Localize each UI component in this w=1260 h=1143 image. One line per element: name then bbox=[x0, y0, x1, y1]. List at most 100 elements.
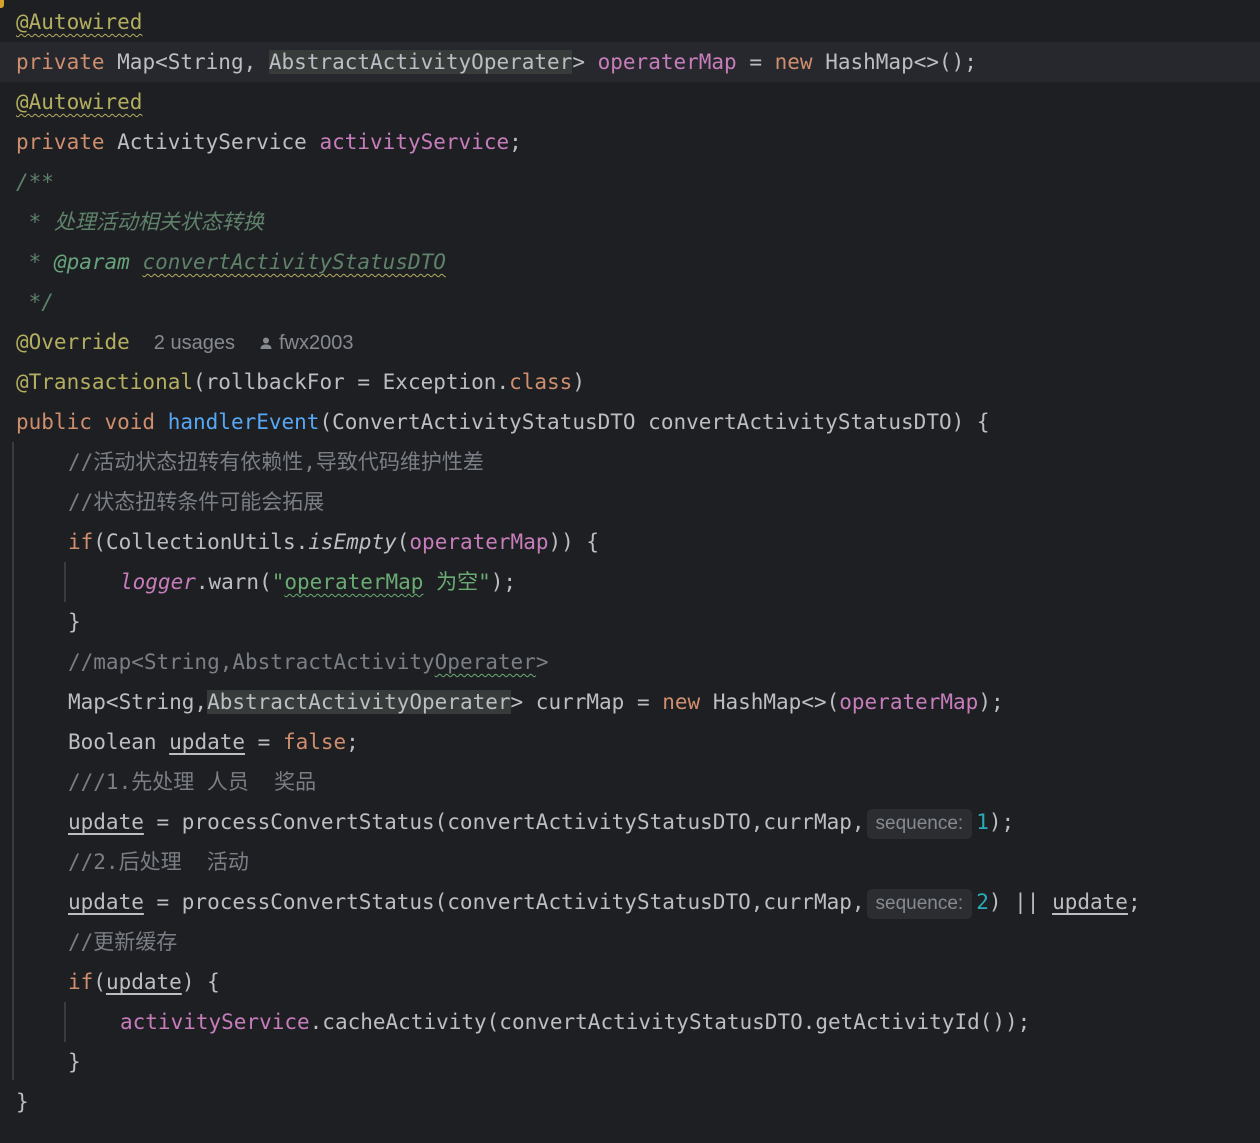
code-text: = processConvertStatus(convertActivitySt… bbox=[143, 810, 865, 834]
reassigned-variable: update bbox=[68, 810, 144, 834]
field-name: operaterMap bbox=[597, 50, 737, 74]
code-text: (CollectionUtils. bbox=[93, 530, 309, 554]
code-line-18[interactable]: Map<String,AbstractActivityOperater> cur… bbox=[0, 682, 1260, 722]
code-text: (ConvertActivityStatusDTO convertActivit… bbox=[319, 410, 990, 434]
reassigned-variable: update bbox=[105, 970, 182, 994]
code-line-23[interactable]: update = processConvertStatus(convertAct… bbox=[0, 882, 1260, 922]
code-text: ) { bbox=[181, 970, 220, 994]
doc-comment: * bbox=[16, 250, 54, 274]
code-text: (rollbackFor = Exception. bbox=[193, 370, 510, 394]
annotation-override: @Override bbox=[16, 330, 130, 354]
code-text: } bbox=[16, 1090, 29, 1114]
code-text: = processConvertStatus(convertActivitySt… bbox=[143, 890, 865, 914]
method-name: handlerEvent bbox=[167, 410, 320, 434]
code-line-26[interactable]: activityService.cacheActivity(convertAct… bbox=[0, 1002, 1260, 1042]
code-line-1[interactable]: @Autowired bbox=[0, 2, 1260, 42]
code-line-14[interactable]: if(CollectionUtils.isEmpty(operaterMap))… bbox=[0, 522, 1260, 562]
number-literal: 1 bbox=[976, 810, 989, 834]
highlighted-type: AbstractActivityOperater bbox=[207, 690, 511, 714]
line-comment: //更新缓存 bbox=[68, 930, 178, 954]
code-text: Boolean bbox=[68, 730, 170, 754]
code-line-7[interactable]: * @param convertActivityStatusDTO bbox=[0, 242, 1260, 282]
code-text: ); bbox=[490, 570, 517, 594]
highlighted-type: AbstractActivityOperater bbox=[268, 50, 573, 74]
code-text: ActivityService bbox=[104, 130, 320, 154]
line-comment: //map<String,AbstractActivity bbox=[68, 650, 435, 674]
doc-param-name: convertActivityStatusDTO bbox=[142, 250, 446, 274]
code-text: > bbox=[572, 50, 598, 74]
code-line-6[interactable]: * 处理活动相关状态转换 bbox=[0, 202, 1260, 242]
code-line-13[interactable]: //状态扭转条件可能会拓展 bbox=[0, 482, 1260, 522]
code-line-10[interactable]: @Transactional(rollbackFor = Exception.c… bbox=[0, 362, 1260, 402]
reassigned-variable: update bbox=[68, 890, 144, 914]
code-line-20[interactable]: ///1.先处理 人员 奖品 bbox=[0, 762, 1260, 802]
code-text: = bbox=[736, 50, 775, 74]
usages-link[interactable]: 2 usages bbox=[154, 332, 235, 354]
code-line-24[interactable]: //更新缓存 bbox=[0, 922, 1260, 962]
code-line-27[interactable]: } bbox=[0, 1042, 1260, 1082]
doc-comment bbox=[130, 250, 143, 274]
keyword: if bbox=[68, 970, 94, 994]
code-line-2[interactable]: private Map<String, AbstractActivityOper… bbox=[0, 42, 1260, 82]
code-line-5[interactable]: /** bbox=[0, 162, 1260, 202]
code-editor[interactable]: @Autowired private Map<String, AbstractA… bbox=[0, 0, 1260, 1143]
code-line-22[interactable]: //2.后处理 活动 bbox=[0, 842, 1260, 882]
field-name: activityService bbox=[120, 1010, 310, 1034]
annotation-transactional: @Transactional bbox=[16, 370, 194, 394]
static-field: logger bbox=[120, 570, 196, 594]
code-line-28[interactable]: } bbox=[0, 1082, 1260, 1122]
string-literal: 为空" bbox=[423, 570, 491, 594]
code-line-3[interactable]: @Autowired bbox=[0, 82, 1260, 122]
code-text: ( bbox=[396, 530, 410, 554]
code-text: HashMap<>(); bbox=[812, 50, 977, 74]
code-text: ); bbox=[988, 810, 1015, 834]
keyword: private bbox=[16, 50, 105, 74]
code-text: Map<String, bbox=[104, 50, 269, 74]
line-comment: > bbox=[535, 650, 549, 674]
code-line-12[interactable]: //活动状态扭转有依赖性,导致代码维护性差 bbox=[0, 442, 1260, 482]
line-comment: //活动状态扭转有依赖性,导致代码维护性差 bbox=[68, 450, 484, 474]
code-text: } bbox=[68, 610, 81, 634]
author-info[interactable]: fwx2003 bbox=[259, 332, 354, 354]
author-name: fwx2003 bbox=[278, 332, 354, 354]
code-line-15[interactable]: logger.warn("operaterMap 为空"); bbox=[0, 562, 1260, 602]
code-line-11[interactable]: public void handlerEvent(ConvertActivity… bbox=[0, 402, 1260, 442]
code-text: ; bbox=[346, 730, 359, 754]
line-comment: //状态扭转条件可能会拓展 bbox=[68, 490, 325, 514]
parameter-hint: sequence: bbox=[866, 809, 973, 839]
string-literal: " bbox=[271, 570, 285, 594]
code-text: ); bbox=[978, 690, 1004, 714]
code-line-17[interactable]: //map<String,AbstractActivityOperater> bbox=[0, 642, 1260, 682]
code-text: ; bbox=[509, 130, 522, 154]
annotation-autowired: @Autowired bbox=[16, 10, 143, 34]
keyword: private bbox=[16, 130, 105, 154]
code-line-9[interactable]: @Override 2 usages fwx2003 bbox=[0, 322, 1260, 362]
keyword: if bbox=[68, 530, 94, 554]
keyword: public void bbox=[16, 410, 156, 434]
annotation-autowired: @Autowired bbox=[16, 90, 143, 114]
code-line-25[interactable]: if(update) { bbox=[0, 962, 1260, 1002]
reassigned-variable: update bbox=[1052, 890, 1128, 914]
keyword: new bbox=[774, 50, 813, 74]
code-line-4[interactable]: private ActivityService activityService; bbox=[0, 122, 1260, 162]
code-text: ) || bbox=[988, 890, 1053, 914]
user-icon bbox=[260, 337, 272, 349]
static-method: isEmpty bbox=[308, 530, 397, 554]
code-text: ( bbox=[93, 970, 106, 994]
code-line-21[interactable]: update = processConvertStatus(convertAct… bbox=[0, 802, 1260, 842]
number-literal: 2 bbox=[976, 890, 989, 914]
field-name: operaterMap bbox=[409, 530, 549, 554]
line-comment-typo: Operater bbox=[434, 650, 536, 674]
code-text: .warn( bbox=[195, 570, 272, 594]
code-text: Map<String, bbox=[68, 690, 208, 714]
code-line-16[interactable]: } bbox=[0, 602, 1260, 642]
code-line-19[interactable]: Boolean update = false; bbox=[0, 722, 1260, 762]
doc-comment: * 处理活动相关状态转换 bbox=[16, 210, 264, 234]
code-text: } bbox=[68, 1050, 81, 1074]
code-line-8[interactable]: */ bbox=[0, 282, 1260, 322]
code-text: .cacheActivity(convertActivityStatusDTO.… bbox=[309, 1010, 1031, 1034]
keyword: false bbox=[282, 730, 347, 754]
doc-comment: */ bbox=[16, 290, 54, 314]
field-name: operaterMap bbox=[839, 690, 979, 714]
